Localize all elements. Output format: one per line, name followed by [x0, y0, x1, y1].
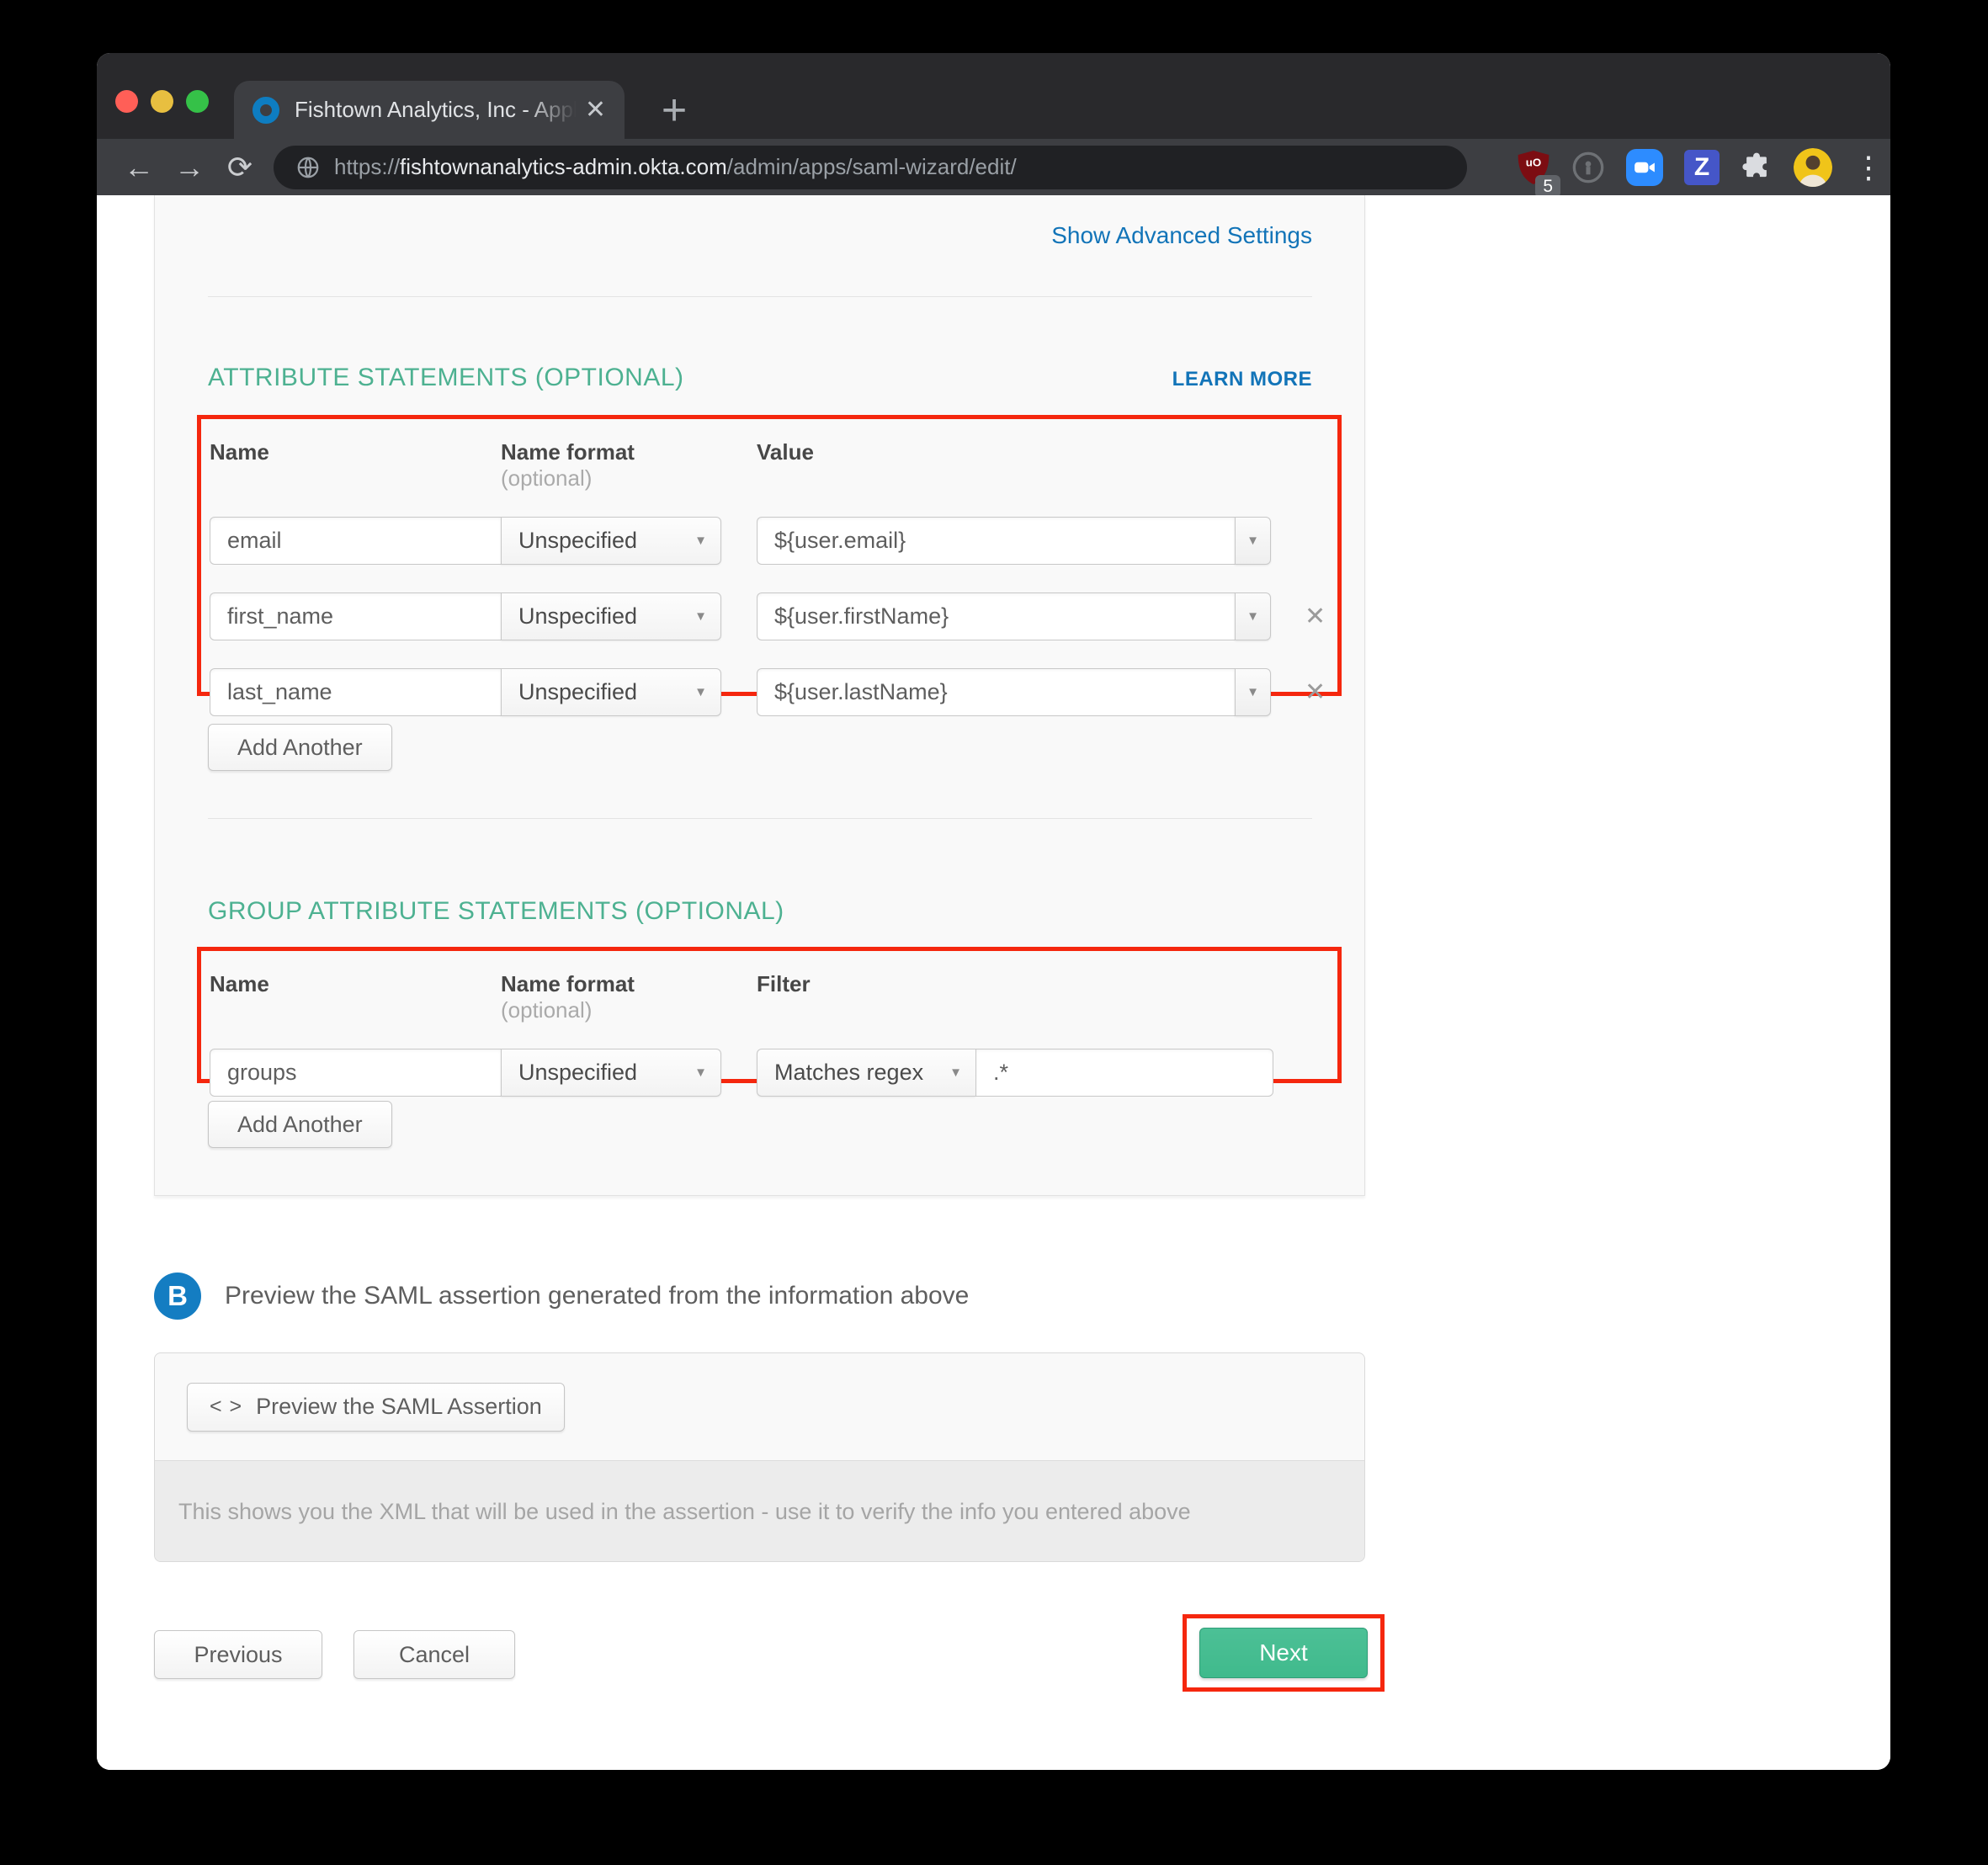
chevron-down-icon: ▼: [694, 609, 707, 624]
ublock-badge: 5: [1535, 175, 1560, 198]
url-text: https://fishtownanalytics-admin.okta.com…: [334, 154, 1017, 180]
attr-value-combo: ▼: [757, 592, 1271, 640]
preview-step-heading: Preview the SAML assertion generated fro…: [225, 1282, 969, 1310]
column-header-name: Name: [210, 971, 501, 997]
group-attribute-row: Unspecified▼ Matches regex▼: [210, 1049, 1337, 1097]
column-header-filter: Filter: [757, 971, 1273, 997]
attr-value-input[interactable]: [757, 668, 1235, 716]
attribute-statements-title: ATTRIBUTE STATEMENTS (OPTIONAL): [208, 364, 684, 392]
close-window-button[interactable]: [115, 90, 138, 113]
tab-strip: Fishtown Analytics, Inc - Applic ✕ +: [97, 53, 1890, 139]
minimize-window-button[interactable]: [151, 90, 173, 113]
remove-row-icon[interactable]: ✕: [1305, 680, 1326, 705]
step-b-badge: B: [154, 1273, 201, 1320]
tab-close-icon[interactable]: ✕: [585, 98, 606, 123]
next-button[interactable]: Next: [1199, 1628, 1368, 1678]
divider: [208, 296, 1312, 297]
learn-more-link[interactable]: LEARN MORE: [1172, 368, 1312, 391]
back-icon[interactable]: ←: [114, 152, 164, 183]
attr-value-dropdown-button[interactable]: ▼: [1235, 517, 1271, 565]
chevron-down-icon: ▼: [694, 1065, 707, 1080]
z-extension-icon[interactable]: Z: [1684, 150, 1720, 185]
attr-value-combo: ▼: [757, 668, 1271, 716]
attr-name-input[interactable]: [210, 592, 501, 640]
attr-name-input[interactable]: [210, 517, 501, 565]
site-info-globe-icon[interactable]: [295, 155, 321, 180]
attr-value-dropdown-button[interactable]: ▼: [1235, 668, 1271, 716]
group-table-header: Name Name format (optional) Filter: [210, 971, 1337, 1023]
code-brackets-icon: < >: [210, 1395, 242, 1419]
zoom-camera-icon[interactable]: [1626, 149, 1663, 186]
add-another-attribute-button[interactable]: Add Another: [208, 724, 392, 771]
column-header-format: Name format (optional): [501, 971, 721, 1023]
browser-menu-icon[interactable]: ⋮: [1853, 152, 1874, 183]
attr-value-combo: ▼: [757, 517, 1271, 565]
group-attribute-statements-title: GROUP ATTRIBUTE STATEMENTS (OPTIONAL): [208, 897, 784, 926]
add-another-group-attribute-button[interactable]: Add Another: [208, 1101, 392, 1148]
chevron-down-icon: ▼: [1246, 609, 1259, 624]
chevron-down-icon: ▼: [949, 1065, 962, 1080]
browser-toolbar: ← → ⟳ https://fishtownanalytics-admin.ok…: [97, 139, 1890, 195]
attr-format-select[interactable]: Unspecified▼: [501, 592, 721, 640]
attribute-statements-annotation-box: Name Name format (optional) Value Unspec…: [197, 415, 1342, 696]
group-attribute-statements-header: GROUP ATTRIBUTE STATEMENTS (OPTIONAL): [208, 897, 1312, 926]
group-filter-type-select[interactable]: Matches regex▼: [757, 1049, 975, 1097]
column-header-value: Value: [757, 439, 1271, 465]
preview-panel: < > Preview the SAML Assertion This show…: [154, 1352, 1365, 1562]
chevron-down-icon: ▼: [694, 534, 707, 548]
fullscreen-window-button[interactable]: [186, 90, 209, 113]
divider: [208, 818, 1312, 819]
preview-step-header: B Preview the SAML assertion generated f…: [154, 1273, 969, 1320]
attr-value-dropdown-button[interactable]: ▼: [1235, 592, 1271, 640]
attribute-statements-header: ATTRIBUTE STATEMENTS (OPTIONAL) LEARN MO…: [208, 364, 1312, 392]
new-tab-button[interactable]: +: [651, 87, 698, 134]
column-header-name: Name: [210, 439, 501, 465]
previous-button[interactable]: Previous: [154, 1630, 322, 1679]
svg-text:uO: uO: [1526, 156, 1542, 168]
remove-row-icon[interactable]: ✕: [1305, 604, 1326, 630]
preview-note-text: This shows you the XML that will be used…: [155, 1461, 1364, 1562]
attr-value-input[interactable]: [757, 517, 1235, 565]
next-button-annotation-box: Next: [1183, 1614, 1385, 1692]
attr-value-input[interactable]: [757, 592, 1235, 640]
browser-window: Fishtown Analytics, Inc - Applic ✕ + ← →…: [97, 53, 1890, 1770]
page-content: Show Advanced Settings ATTRIBUTE STATEME…: [97, 195, 1890, 1770]
show-advanced-settings-link[interactable]: Show Advanced Settings: [1051, 222, 1312, 249]
saml-settings-panel: Show Advanced Settings ATTRIBUTE STATEME…: [154, 195, 1365, 1196]
window-controls: [115, 90, 209, 113]
preview-panel-top: < > Preview the SAML Assertion: [155, 1353, 1364, 1461]
group-attribute-annotation-box: Name Name format (optional) Filter Unspe…: [197, 947, 1342, 1083]
column-header-format: Name format (optional): [501, 439, 721, 491]
preview-saml-assertion-button[interactable]: < > Preview the SAML Assertion: [187, 1383, 565, 1432]
cancel-button[interactable]: Cancel: [353, 1630, 515, 1679]
extensions-puzzle-icon[interactable]: [1741, 151, 1773, 183]
reload-icon[interactable]: ⟳: [215, 152, 265, 183]
tab-title: Fishtown Analytics, Inc - Applic: [295, 97, 577, 123]
attr-format-select[interactable]: Unspecified▼: [501, 668, 721, 716]
chevron-down-icon: ▼: [1246, 685, 1259, 699]
attribute-row: Unspecified▼ ▼ ✕: [210, 592, 1337, 640]
group-filter-value-input[interactable]: [975, 1049, 1273, 1097]
group-format-select[interactable]: Unspecified▼: [501, 1049, 721, 1097]
attribute-row: Unspecified▼ ▼ ✕: [210, 517, 1337, 565]
extension-area: uO 5 Z: [1492, 148, 1879, 187]
attribute-table-header: Name Name format (optional) Value: [210, 439, 1337, 491]
attr-format-select[interactable]: Unspecified▼: [501, 517, 721, 565]
okta-favicon-icon: [252, 97, 279, 124]
ublock-shield-icon[interactable]: uO 5: [1517, 149, 1550, 186]
password-manager-icon[interactable]: [1571, 151, 1605, 184]
group-name-input[interactable]: [210, 1049, 501, 1097]
browser-tab[interactable]: Fishtown Analytics, Inc - Applic ✕: [234, 81, 625, 139]
profile-avatar[interactable]: [1794, 148, 1832, 187]
attr-name-input[interactable]: [210, 668, 501, 716]
preview-button-label: Preview the SAML Assertion: [256, 1394, 542, 1420]
address-bar[interactable]: https://fishtownanalytics-admin.okta.com…: [274, 146, 1467, 189]
chevron-down-icon: ▼: [1246, 534, 1259, 548]
chevron-down-icon: ▼: [694, 685, 707, 699]
attribute-row: Unspecified▼ ▼ ✕: [210, 668, 1337, 716]
forward-icon[interactable]: →: [164, 152, 215, 183]
